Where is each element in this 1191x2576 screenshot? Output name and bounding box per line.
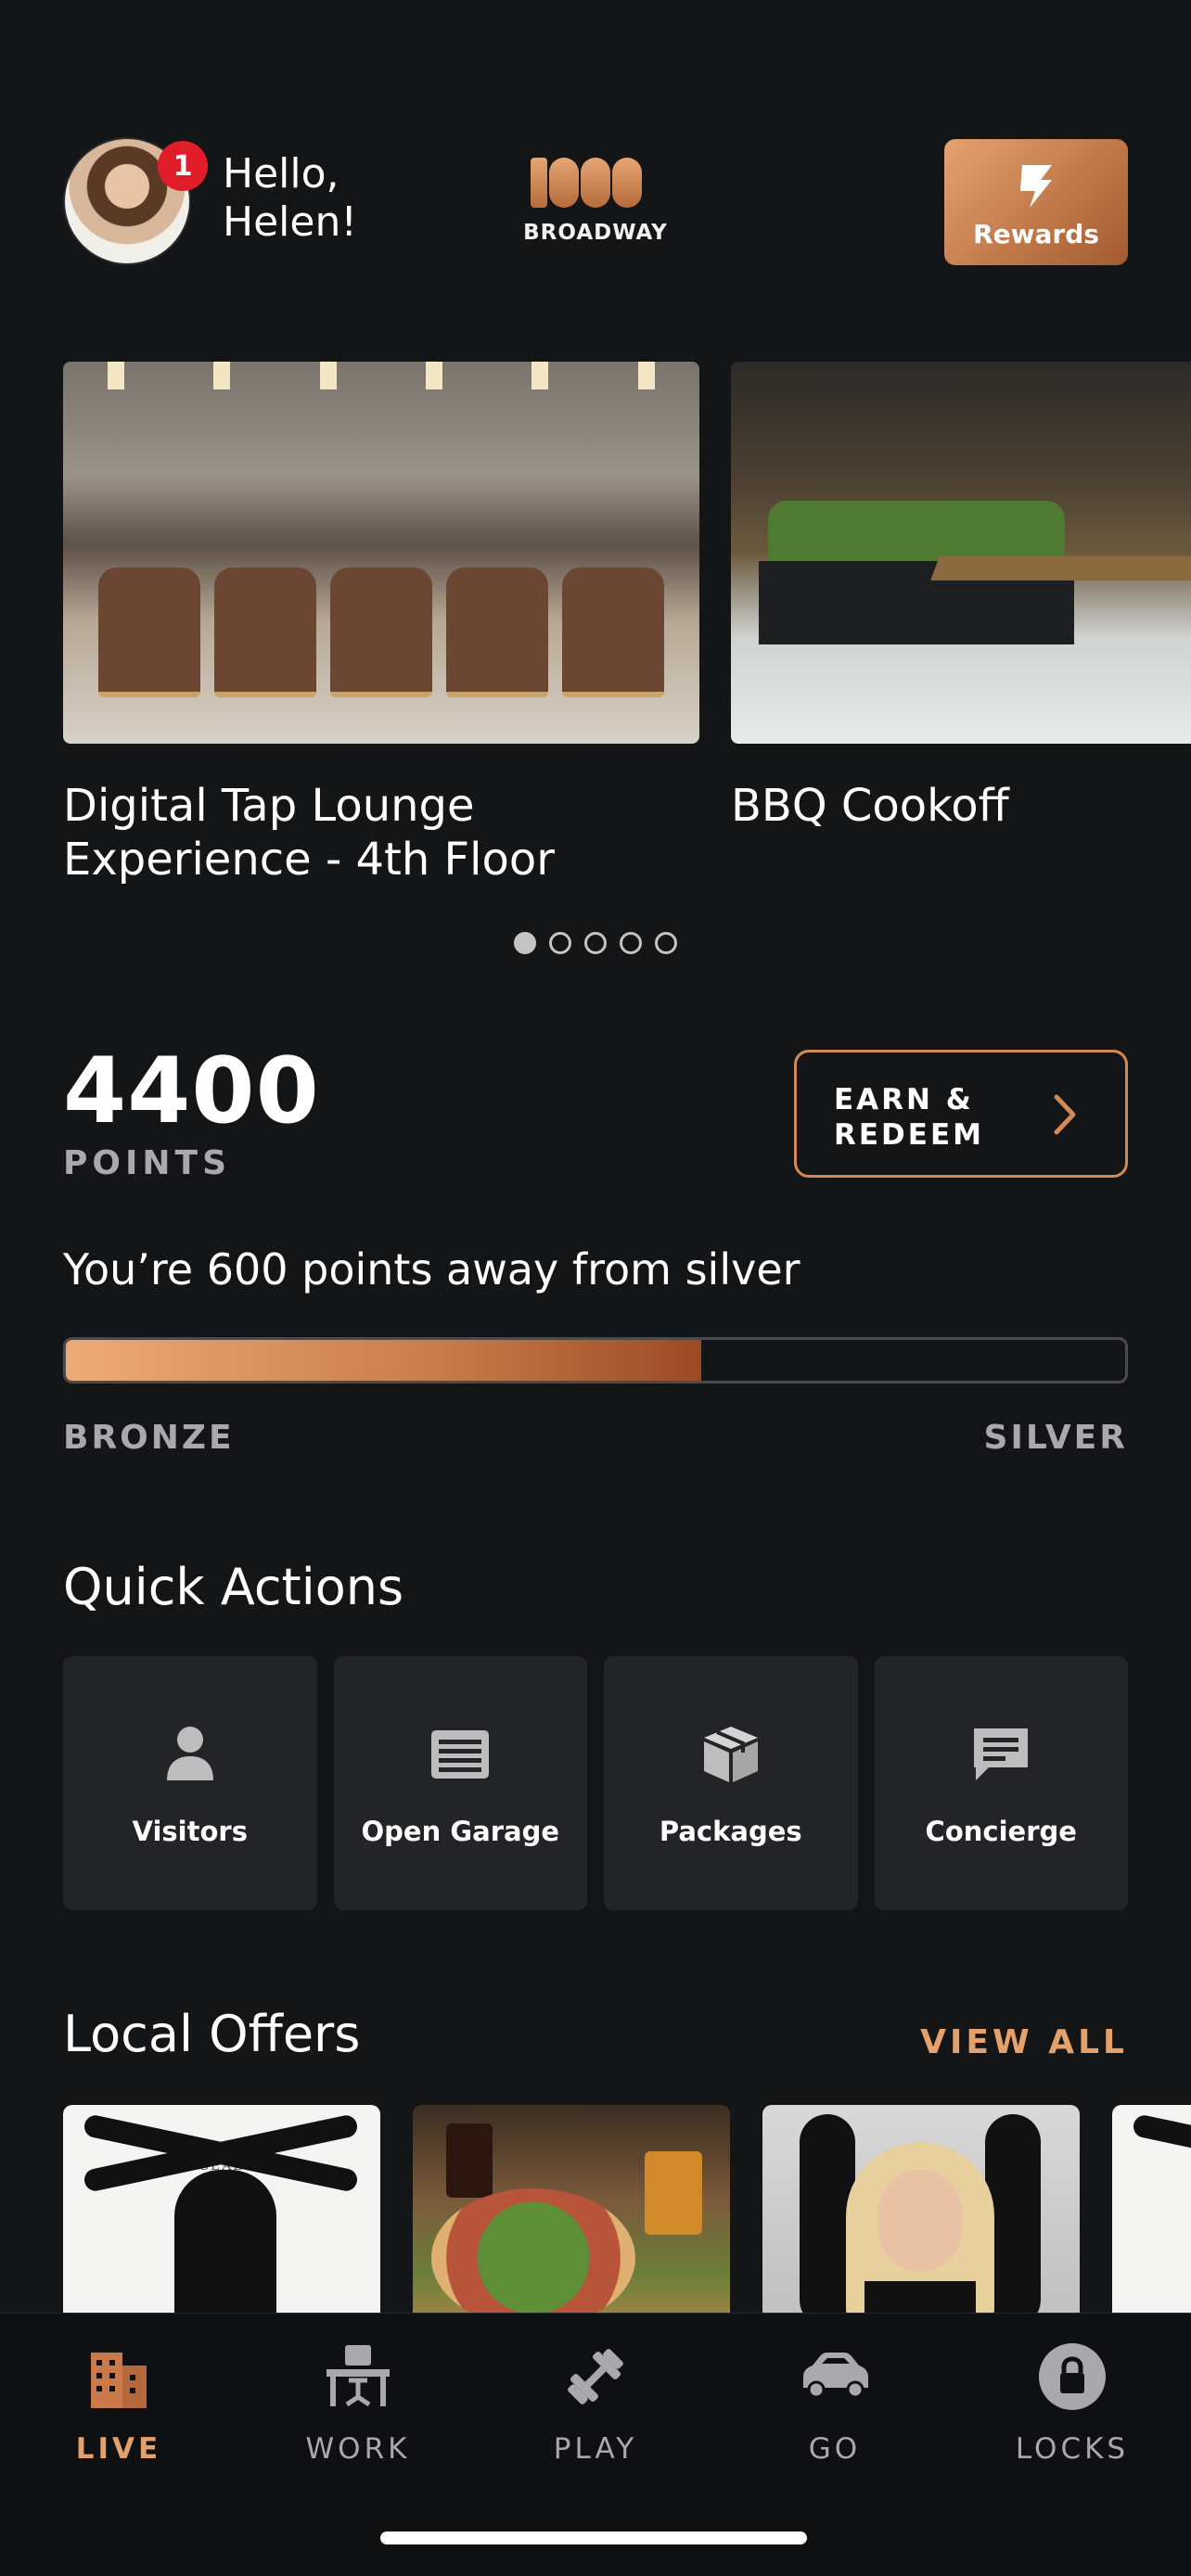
carousel-card-image bbox=[731, 362, 1191, 744]
featured-carousel[interactable]: Digital Tap Lounge Experience - 4th Floo… bbox=[63, 362, 1191, 890]
offer-card[interactable] bbox=[762, 2105, 1080, 2313]
tab-label: LIVE bbox=[75, 2432, 162, 2466]
view-all-link[interactable]: VIEW ALL bbox=[920, 2023, 1128, 2061]
quick-action-concierge[interactable]: Concierge bbox=[874, 1656, 1128, 1910]
quick-action-label: Visitors bbox=[132, 1816, 248, 1847]
tier-current-label: BRONZE bbox=[63, 1419, 235, 1457]
package-icon bbox=[703, 1727, 758, 1782]
tab-label: LOCKS bbox=[1015, 2432, 1130, 2466]
person-icon bbox=[166, 1727, 213, 1780]
greeting-text: Hello, Helen! bbox=[223, 150, 357, 246]
tier-next-label: SILVER bbox=[983, 1419, 1128, 1457]
carousel-card-title: Digital Tap Lounge Experience - 4th Floo… bbox=[63, 780, 555, 886]
earn-redeem-button[interactable]: EARN & REDEEM bbox=[794, 1050, 1128, 1178]
chat-icon bbox=[974, 1728, 1029, 1780]
carousel-card-image bbox=[63, 362, 699, 744]
points-value: 4400 bbox=[63, 1039, 320, 1144]
tab-live[interactable]: LIVE bbox=[17, 2340, 221, 2469]
garage-icon bbox=[431, 1730, 490, 1779]
quick-actions-title: Quick Actions bbox=[63, 1558, 404, 1616]
tab-work[interactable]: WORK bbox=[256, 2340, 460, 2469]
quick-action-label: Packages bbox=[659, 1816, 802, 1847]
tab-go[interactable]: GO bbox=[733, 2340, 937, 2469]
quick-action-open-garage[interactable]: Open Garage bbox=[333, 1656, 587, 1910]
carousel-card[interactable]: Digital Tap Lounge Experience - 4th Floo… bbox=[63, 362, 699, 886]
offer-card[interactable] bbox=[413, 2105, 730, 2313]
desk-icon bbox=[327, 2345, 390, 2407]
points-away-text: You’re 600 points away from silver bbox=[63, 1244, 800, 1294]
tab-label: GO bbox=[808, 2432, 862, 2466]
rewards-label: Rewards bbox=[973, 219, 1099, 249]
local-offers-title: Local Offers bbox=[63, 2005, 361, 2063]
dumbbell-icon bbox=[568, 2349, 623, 2404]
quick-action-label: Concierge bbox=[925, 1816, 1077, 1847]
header: 1 Hello, Helen! BROADWAY Rewards bbox=[63, 137, 1128, 267]
quick-action-visitors[interactable]: Visitors bbox=[63, 1656, 317, 1910]
offer-card[interactable]: SEAL bbox=[63, 2105, 380, 2313]
quick-actions-grid: Visitors Open Garage Packages Concierge bbox=[63, 1656, 1128, 1910]
pagination-dot[interactable] bbox=[514, 932, 536, 954]
pagination-dot[interactable] bbox=[655, 932, 677, 954]
car-icon bbox=[803, 2353, 868, 2399]
tier-progress-bar bbox=[63, 1337, 1128, 1384]
tab-label: WORK bbox=[305, 2432, 411, 2466]
carousel-card[interactable]: BBQ Cookoff bbox=[731, 362, 1191, 833]
tab-play[interactable]: PLAY bbox=[493, 2340, 698, 2469]
offer-card[interactable] bbox=[1112, 2105, 1191, 2313]
home-indicator bbox=[380, 2531, 807, 2544]
carousel-card-title: BBQ Cookoff bbox=[731, 780, 1009, 832]
logo-mark bbox=[531, 158, 642, 208]
pagination-dot[interactable] bbox=[549, 932, 571, 954]
building-logo: BROADWAY bbox=[516, 158, 675, 250]
carousel-pagination bbox=[514, 932, 677, 954]
points-label: POINTS bbox=[63, 1144, 231, 1182]
quick-action-packages[interactable]: Packages bbox=[604, 1656, 858, 1910]
tier-progress-fill bbox=[66, 1340, 702, 1381]
tab-label: PLAY bbox=[553, 2432, 638, 2466]
lock-icon bbox=[1039, 2343, 1106, 2410]
pagination-dot[interactable] bbox=[584, 932, 607, 954]
logo-text: BROADWAY bbox=[523, 221, 668, 245]
pagination-dot[interactable] bbox=[620, 932, 642, 954]
rewards-button[interactable]: Rewards bbox=[944, 139, 1128, 265]
quick-action-label: Open Garage bbox=[361, 1816, 560, 1847]
rewards-icon bbox=[1020, 165, 1052, 208]
earn-redeem-label: EARN & REDEEM bbox=[834, 1083, 984, 1152]
chevron-right-icon bbox=[1054, 1094, 1076, 1135]
local-offers-list[interactable]: SEAL bbox=[63, 2105, 1191, 2313]
notification-badge[interactable]: 1 bbox=[158, 141, 208, 191]
building-icon bbox=[91, 2353, 147, 2408]
tab-locks[interactable]: LOCKS bbox=[970, 2340, 1174, 2469]
